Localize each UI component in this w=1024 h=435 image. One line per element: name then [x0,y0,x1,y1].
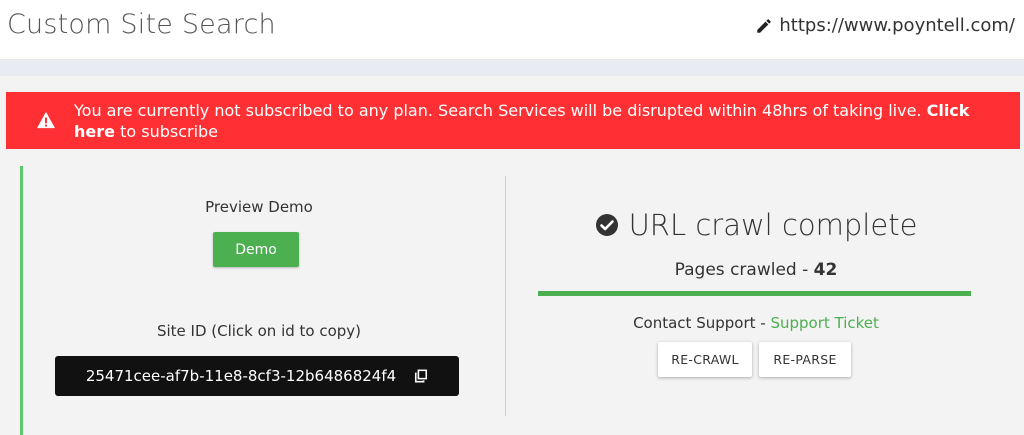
reparse-button[interactable]: RE-PARSE [759,342,851,377]
contact-support: Contact Support - Support Ticket [506,314,1006,332]
crawl-status-text: URL crawl complete [628,208,918,242]
pages-crawled: Pages crawled - 42 [506,260,1006,280]
preview-label: Preview Demo [205,198,313,216]
subscription-alert: You are currently not subscribed to any … [6,92,1020,149]
pencil-icon[interactable] [755,17,773,35]
crawl-progress-fill [538,291,971,296]
copy-icon[interactable] [414,369,428,383]
top-header: Custom Site Search https://www.poyntell.… [0,0,1024,60]
crawl-progress-bar [538,291,971,296]
recrawl-button[interactable]: RE-CRAWL [658,342,752,377]
site-url: https://www.poyntell.com/ [779,15,1015,36]
alert-text: You are currently not subscribed to any … [74,100,1004,142]
alert-message: You are currently not subscribed to any … [74,101,922,120]
page-title: Custom Site Search [7,9,276,40]
crawl-section: URL crawl complete Pages crawled - 42 Co… [506,166,1023,435]
crawl-status: URL crawl complete [506,208,1006,242]
site-id-label: Site ID (Click on id to copy) [156,322,362,340]
check-circle-icon [595,214,618,236]
alert-suffix: to subscribe [120,122,219,141]
header-strip [0,60,1024,76]
site-url-edit[interactable]: https://www.poyntell.com/ [755,15,1015,36]
contact-support-label: Contact Support - [633,314,766,332]
warning-icon [37,111,55,129]
pages-crawled-label: Pages crawled - [674,260,809,280]
site-id-copy-box[interactable]: 25471cee-af7b-11e8-8cf3-12b6486824f4 [55,356,459,396]
site-status-card: Preview Demo Demo Site ID (Click on id t… [20,166,1020,435]
preview-section: Preview Demo Demo Site ID (Click on id t… [23,166,505,435]
support-ticket-link[interactable]: Support Ticket [770,314,878,332]
site-id-value[interactable]: 25471cee-af7b-11e8-8cf3-12b6486824f4 [86,367,396,385]
pages-crawled-count: 42 [813,260,838,280]
demo-button[interactable]: Demo [213,232,299,267]
